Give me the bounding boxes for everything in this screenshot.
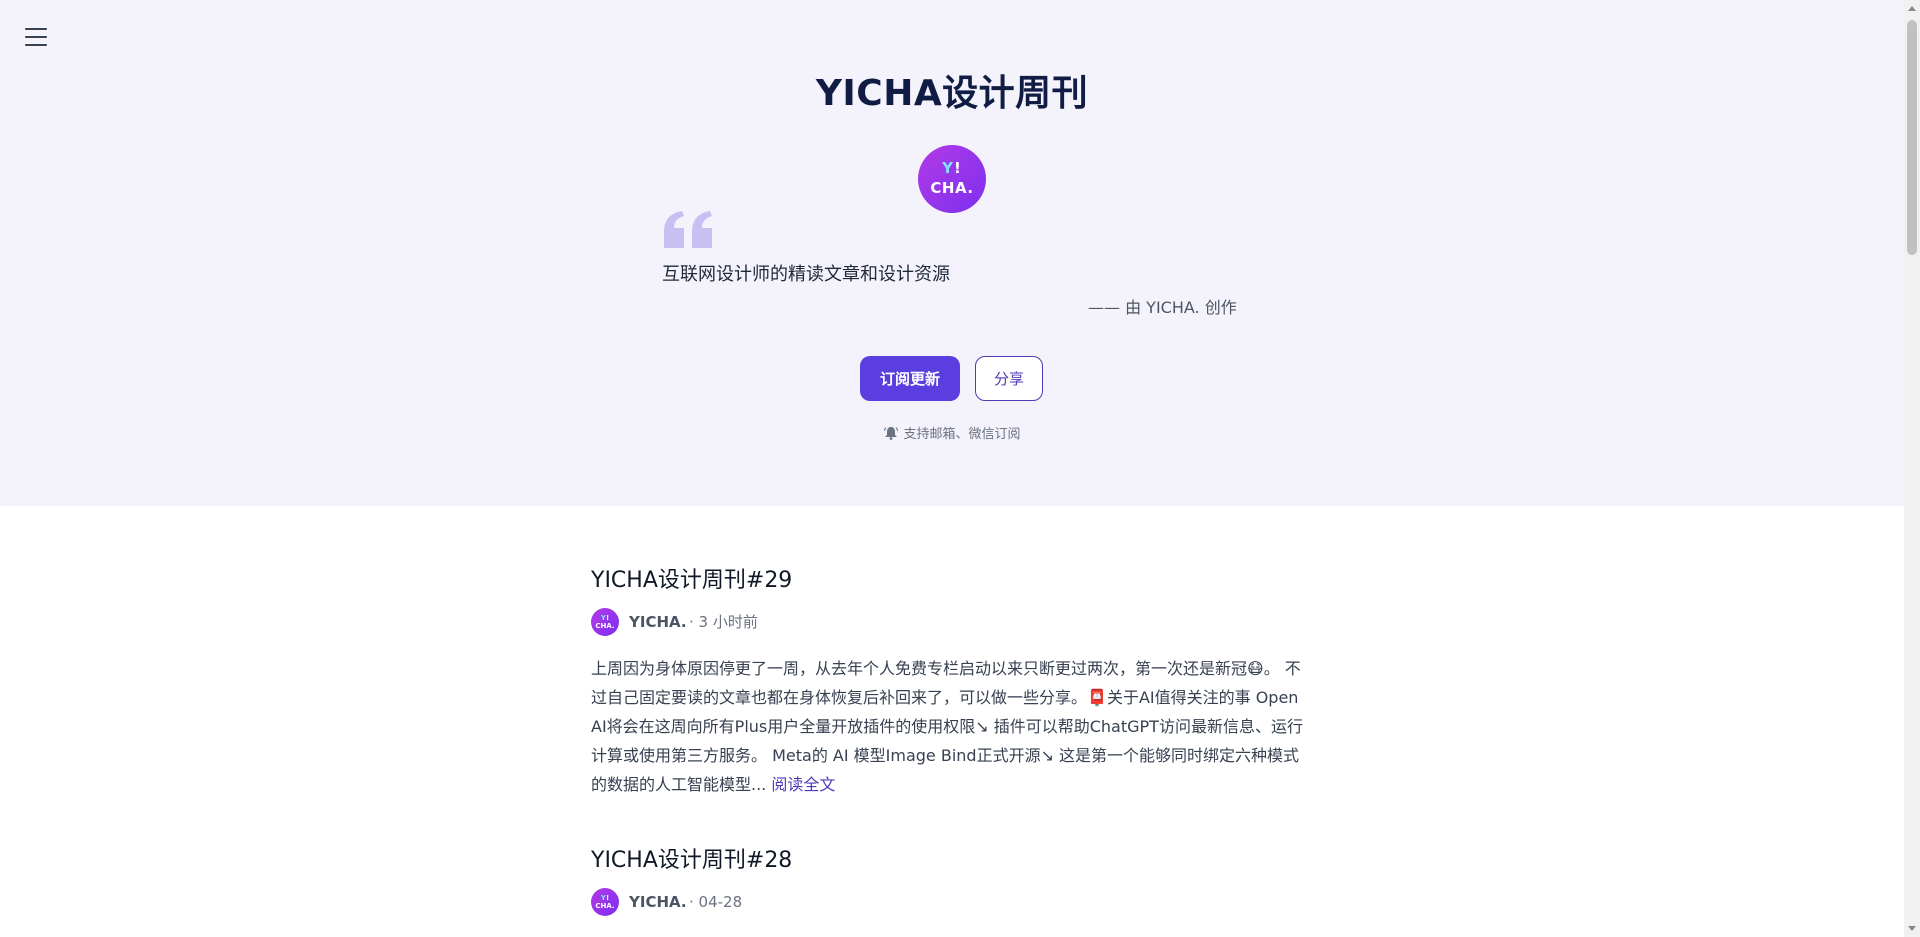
article-title[interactable]: YICHA设计周刊#28 [591, 846, 1313, 876]
content-area: YICHA设计周刊 Y! CHA. 互联网设计师的精读文章和设计资源 —— 由 … [0, 0, 1904, 937]
avatar: Y! CHA. [591, 608, 619, 636]
support-note: 支持邮箱、微信订阅 [0, 423, 1904, 442]
logo-line1: Y! [918, 161, 986, 176]
scroll-down-arrow-icon[interactable] [1908, 926, 1916, 931]
share-button[interactable]: 分享 [975, 356, 1043, 401]
avatar-exclaim: ! [605, 614, 610, 622]
quote-icon [664, 211, 712, 248]
avatar-line2: CHA. [595, 622, 615, 630]
article-meta: Y! CHA. YICHA. · 3 小时前 [591, 608, 1313, 636]
site-logo: Y! CHA. [918, 145, 986, 213]
scroll-up-arrow-icon[interactable] [1908, 6, 1916, 11]
site-byline: —— 由 YICHA. 创作 [1088, 298, 1237, 317]
avatar-exclaim: ! [605, 894, 610, 902]
article-title[interactable]: YICHA设计周刊#29 [591, 566, 1313, 596]
avatar-line1: Y! [591, 895, 619, 902]
avatar-line2: CHA. [595, 902, 615, 910]
site-title: YICHA设计周刊 [815, 73, 1089, 114]
article-card: YICHA设计周刊#29 Y! CHA. YICHA. · 3 小时前 上周因为… [591, 566, 1313, 799]
avatar: Y! CHA. [591, 888, 619, 916]
page: YICHA设计周刊 Y! CHA. 互联网设计师的精读文章和设计资源 —— 由 … [0, 0, 1920, 937]
support-note-text: 支持邮箱、微信订阅 [903, 427, 1021, 442]
logo-y: Y [942, 159, 955, 177]
publish-time: · 04-28 [689, 893, 743, 911]
logo-exclaim: ! [954, 159, 962, 177]
menu-line [25, 44, 47, 46]
emoji: 😷 [1247, 659, 1264, 678]
article-card: YICHA设计周刊#28 Y! CHA. YICHA. · 04-28 [591, 846, 1313, 916]
site-tagline: 互联网设计师的精读文章和设计资源 [662, 264, 950, 285]
vertical-scrollbar[interactable] [1904, 0, 1920, 937]
emoji: 📮 [1087, 688, 1107, 707]
scroll-thumb[interactable] [1907, 20, 1917, 255]
subscribe-button[interactable]: 订阅更新 [860, 356, 960, 401]
bell-icon [884, 427, 899, 440]
author-name[interactable]: YICHA. [629, 608, 687, 636]
menu-line [25, 28, 47, 30]
excerpt-text: 上周因为身体原因停更了一周，从去年个人免费专栏启动以来只断更过两次，第一次还是新… [591, 659, 1248, 678]
publish-time: · 3 小时前 [689, 613, 758, 631]
menu-line [25, 36, 47, 38]
logo-line2: CHA. [930, 179, 974, 197]
avatar-line1: Y! [591, 615, 619, 622]
author-name[interactable]: YICHA. [629, 888, 687, 916]
hamburger-menu-icon[interactable] [24, 26, 48, 48]
read-more-link[interactable]: 阅读全文 [771, 775, 835, 794]
hero-section: YICHA设计周刊 Y! CHA. 互联网设计师的精读文章和设计资源 —— 由 … [0, 0, 1904, 506]
article-excerpt: 上周因为身体原因停更了一周，从去年个人免费专栏启动以来只断更过两次，第一次还是新… [591, 654, 1313, 799]
article-meta: Y! CHA. YICHA. · 04-28 [591, 888, 1313, 916]
